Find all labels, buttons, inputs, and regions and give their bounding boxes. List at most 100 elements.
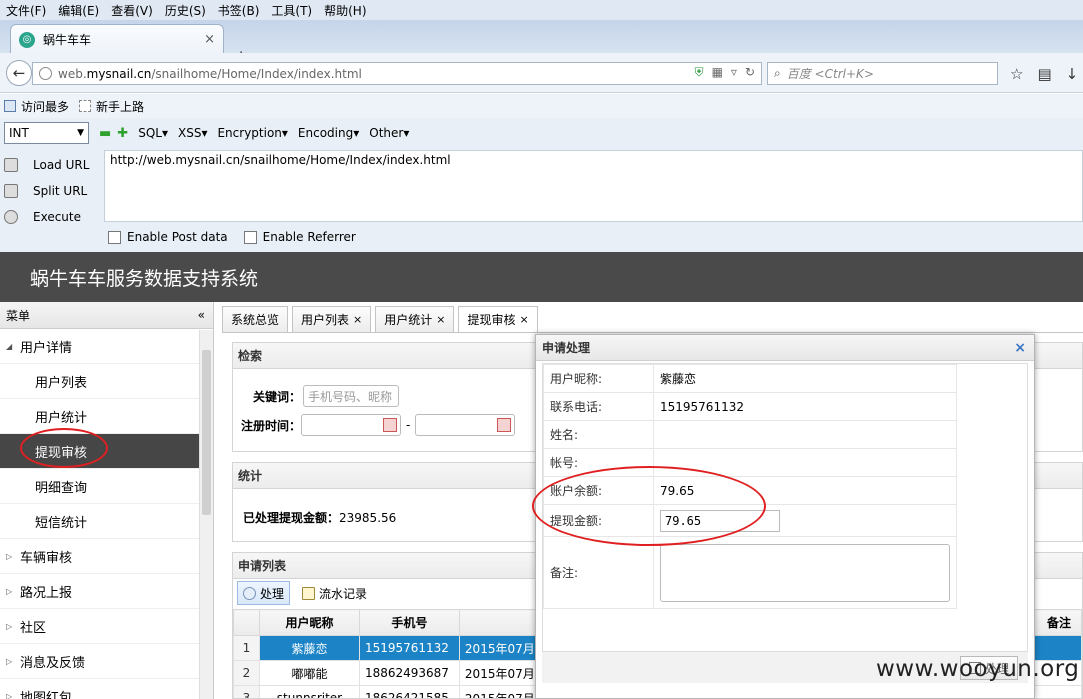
field-value: 紫藤恋 (653, 364, 957, 393)
collapse-icon[interactable]: « (198, 308, 205, 322)
back-arrow-icon[interactable]: ← (6, 60, 32, 86)
dropdown-arrow-icon[interactable]: ▿ (731, 65, 737, 80)
keyword-input[interactable]: 手机号码、昵称 (303, 385, 400, 407)
dialog-header: 申请处理 × (536, 335, 1034, 361)
browser-tab[interactable]: ◎ 蜗牛车车 × (10, 24, 224, 54)
remark-label: 备注: (543, 536, 654, 609)
close-icon[interactable]: × (436, 313, 445, 326)
close-icon[interactable]: × (353, 313, 362, 326)
field-value (653, 448, 957, 477)
plus-icon[interactable]: ✚ (117, 126, 128, 141)
process-dialog: 申请处理 × 用户昵称: 紫藤恋 联系电话: 15195761132 姓名: 帐号:… (535, 334, 1035, 699)
hackbar-encryption-menu[interactable]: Encryption▾ (217, 126, 287, 140)
hackbar-other-menu[interactable]: Other▾ (369, 126, 409, 140)
field-label: 帐号: (543, 448, 654, 477)
sidebar-group-user[interactable]: ◢ 用户详情 (0, 329, 213, 364)
watermark: www.wooyun.org (876, 656, 1080, 682)
document-icon (302, 586, 316, 600)
sidebar-group-community[interactable]: ▷ 社区 (0, 609, 213, 644)
bookmark-getting-started[interactable]: 新手上路 (79, 98, 144, 115)
balance-label: 账户余额: (543, 476, 654, 505)
shield-icon[interactable]: ⛨ (695, 65, 704, 80)
enable-referrer-checkbox[interactable]: Enable Referrer (243, 230, 356, 244)
close-icon[interactable]: × (520, 313, 529, 326)
dialog-body: 用户昵称: 紫藤恋 联系电话: 15195761132 姓名: 帐号: 账户余额: 7… (542, 363, 1028, 683)
sidebar-scrollbar[interactable] (199, 330, 213, 699)
triangle-right-icon: ▷ (6, 586, 13, 596)
date-end-input[interactable] (415, 414, 516, 436)
dialog-title: 申请处理 (542, 341, 591, 355)
hackbar-sql-menu[interactable]: SQL▾ (138, 126, 168, 140)
field-label: 姓名: (543, 420, 654, 449)
reading-list-icon[interactable]: ▤ (1037, 65, 1051, 83)
field-value: 15195761132 (653, 392, 957, 421)
menu-item[interactable]: 查看(V) (105, 2, 159, 19)
close-icon[interactable]: × (1014, 340, 1026, 356)
hackbar-url-textarea[interactable]: http://web.mysnail.cn/snailhome/Home/Ind… (104, 150, 1083, 222)
tab-overview[interactable]: 系统总览 (222, 306, 289, 332)
menu-item[interactable]: 书签(B) (212, 2, 266, 19)
flow-log-button[interactable]: 流水记录 (296, 581, 373, 605)
hackbar-encoding-menu[interactable]: Encoding▾ (298, 126, 359, 140)
column-header[interactable]: 手机号 (358, 609, 460, 636)
sidebar-group-vehicle[interactable]: ▷ 车辆审核 (0, 539, 213, 574)
amount-input[interactable]: 79.65 (660, 509, 780, 532)
split-url-button[interactable]: Split URL (4, 178, 104, 204)
menu-item[interactable]: 历史(S) (159, 2, 212, 19)
triangle-down-icon: ◢ (6, 341, 13, 351)
calendar-icon[interactable] (383, 418, 398, 432)
browser-tabstrip: ◎ 蜗牛车车 × + (0, 20, 1083, 67)
menu-item[interactable]: 帮助(H) (318, 2, 372, 19)
qr-code-icon[interactable]: ▦ (712, 65, 723, 80)
triangle-right-icon: ▷ (6, 656, 13, 666)
search-input[interactable]: ⌕ 百度 <Ctrl+K> (767, 62, 998, 85)
sidebar-item-detail-query[interactable]: 明细查询 (0, 469, 213, 504)
sidebar-group-traffic[interactable]: ▷ 路况上报 (0, 574, 213, 609)
sidebar-item-withdraw-review[interactable]: 提现审核 (0, 434, 213, 469)
snail-favicon-icon: ◎ (19, 31, 35, 48)
menu-item[interactable]: 文件(F) (0, 2, 52, 19)
column-header[interactable]: 用户昵称 (258, 609, 360, 636)
download-icon[interactable]: ↓ (1066, 65, 1079, 83)
process-button[interactable]: 处理 (237, 581, 291, 605)
hackbar-type-select[interactable]: INT ▼ (4, 122, 89, 144)
load-url-button[interactable]: Load URL (4, 152, 104, 178)
scrollbar-thumb[interactable] (202, 350, 211, 515)
search-icon: ⌕ (774, 66, 781, 80)
globe-icon (39, 67, 52, 80)
sidebar-item-user-stats[interactable]: 用户统计 (0, 399, 213, 434)
tab-user-stats[interactable]: 用户统计 × (375, 306, 455, 332)
remark-textarea[interactable] (660, 543, 950, 602)
tab-title: 蜗牛车车 (43, 33, 92, 47)
execute-button[interactable]: Execute (4, 204, 104, 230)
date-start-input[interactable] (301, 414, 402, 436)
sidebar-group-map[interactable]: ▷ 地图红包 (0, 679, 213, 699)
enable-post-checkbox[interactable]: Enable Post data (108, 230, 228, 244)
tab-divider (222, 332, 1083, 333)
keyword-label: 关键词： (253, 389, 302, 404)
calendar-icon[interactable] (497, 418, 512, 432)
sidebar-group-messages[interactable]: ▷ 消息及反馈 (0, 644, 213, 679)
chevron-down-icon: ▼ (77, 128, 84, 138)
hackbar-xss-menu[interactable]: XSS▾ (178, 126, 207, 140)
tab-withdraw-review[interactable]: 提现审核 × (458, 306, 538, 332)
address-bar[interactable]: web.mysnail.cn/snailhome/Home/Index/inde… (32, 62, 762, 85)
tab-user-list[interactable]: 用户列表 × (292, 306, 372, 332)
sidebar-item-user-list[interactable]: 用户列表 (0, 364, 213, 399)
bookmark-star-icon[interactable]: ☆ (1010, 65, 1023, 83)
triangle-right-icon: ▷ (6, 691, 13, 699)
sidebar-item-sms-stats[interactable]: 短信统计 (0, 504, 213, 539)
address-text: web.mysnail.cn/snailhome/Home/Index/inde… (58, 66, 362, 81)
app-title: 蜗牛车车服务数据支持系统 (0, 252, 1083, 302)
reload-icon[interactable]: ↻ (745, 65, 755, 80)
processed-amount-value: 23985.56 (339, 510, 397, 525)
bookmark-most-visited[interactable]: 访问最多 (4, 98, 69, 115)
bookmarks-toolbar: 访问最多 新手上路 (0, 94, 1083, 118)
tab-close-icon[interactable]: × (204, 32, 215, 47)
browser-menubar: 文件(F) 编辑(E) 查看(V) 历史(S) 书签(B) 工具(T) 帮助(H) (0, 0, 1083, 20)
minus-icon[interactable]: ▬ (99, 126, 111, 141)
menu-item[interactable]: 工具(T) (265, 2, 318, 19)
menu-item[interactable]: 编辑(E) (52, 2, 105, 19)
navigation-toolbar: ← web.mysnail.cn/snailhome/Home/Index/in… (0, 53, 1083, 93)
triangle-right-icon: ▷ (6, 551, 13, 561)
